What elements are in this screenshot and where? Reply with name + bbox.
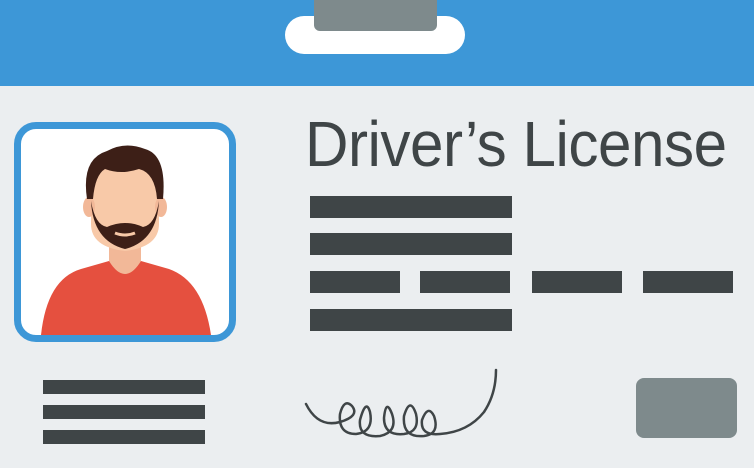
card-title: Driver’s License: [305, 108, 727, 180]
photo-frame: [14, 122, 236, 342]
stamp-badge-icon: [636, 378, 737, 438]
info-line-2: [310, 233, 512, 255]
photo-caption-line-3: [43, 430, 205, 444]
photo-caption-line-1: [43, 380, 205, 394]
info-segment-3: [532, 271, 622, 293]
info-line-1: [310, 196, 512, 218]
lanyard-clip-icon: [314, 0, 437, 31]
info-segment-2: [420, 271, 510, 293]
info-segment-4: [643, 271, 733, 293]
info-line-3: [310, 309, 512, 331]
photo-caption-line-2: [43, 405, 205, 419]
signature-icon: [304, 368, 498, 438]
info-segment-1: [310, 271, 400, 293]
avatar: [41, 145, 211, 335]
